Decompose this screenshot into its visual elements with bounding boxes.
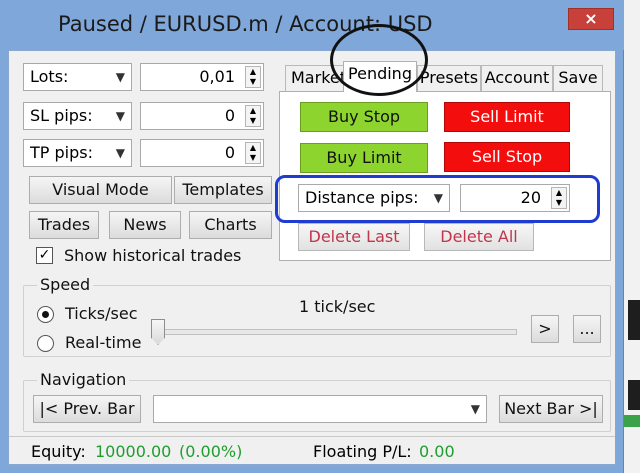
trades-button[interactable]: Trades [29, 211, 99, 239]
spin-up-down-icon[interactable]: ▲ ▼ [245, 142, 261, 164]
delete-last-button[interactable]: Delete Last [298, 223, 410, 251]
tab-presets[interactable]: Presets [417, 65, 481, 91]
chevron-down-icon: ▼ [470, 402, 480, 416]
navigation-title: Navigation [37, 370, 130, 389]
sl-input[interactable]: 0 ▲ ▼ [140, 102, 264, 130]
templates-button[interactable]: Templates [174, 176, 272, 204]
lots-input[interactable]: 0,01 ▲ ▼ [140, 63, 264, 91]
speed-title: Speed [37, 275, 94, 294]
status-bar: Equity: 10000.00 (0.00%) Floating P/L: 0… [9, 436, 615, 464]
spin-up-down-icon[interactable]: ▲ ▼ [551, 187, 567, 209]
news-button[interactable]: News [109, 211, 181, 239]
distance-pips-value: 20 [520, 188, 541, 207]
sl-dropdown[interactable]: SL pips: ▼ [23, 102, 132, 130]
close-icon: × [584, 9, 598, 28]
pending-panel: Buy Stop Sell Limit Buy Limit Sell Stop … [279, 91, 611, 261]
delete-all-button[interactable]: Delete All [424, 223, 534, 251]
chevron-down-icon: ▼ [115, 70, 125, 84]
chevron-down-icon: ▼ [115, 146, 125, 160]
prev-bar-button[interactable]: |< Prev. Bar [33, 395, 141, 423]
show-historical-label: Show historical trades [64, 246, 242, 265]
speed-rate-text: 1 tick/sec [299, 297, 376, 316]
distance-pips-dropdown[interactable]: Distance pips: ▼ [298, 184, 450, 212]
visual-mode-button[interactable]: Visual Mode [29, 176, 172, 204]
sl-value: 0 [224, 106, 235, 125]
equity-label: Equity: [31, 442, 86, 461]
tab-pending[interactable]: Pending [343, 61, 417, 92]
navigation-select[interactable]: ▼ [153, 395, 487, 423]
distance-pips-input[interactable]: 20 ▲ ▼ [460, 184, 570, 212]
buy-stop-button[interactable]: Buy Stop [300, 102, 428, 132]
chevron-down-icon: ▼ [433, 191, 443, 205]
show-historical-checkbox[interactable]: ✓ [36, 247, 53, 264]
chart-fragment [628, 300, 640, 340]
real-time-radio[interactable] [37, 335, 54, 352]
distance-pips-label: Distance pips: [305, 188, 419, 207]
speed-slider-track[interactable] [157, 329, 517, 335]
chevron-down-icon: ▼ [115, 109, 125, 123]
ticks-sec-label: Ticks/sec [65, 304, 138, 323]
lots-dropdown[interactable]: Lots: ▼ [23, 63, 132, 91]
next-bar-button[interactable]: Next Bar >| [499, 395, 603, 423]
ticks-sec-radio[interactable] [37, 306, 54, 323]
sl-label: SL pips: [30, 106, 93, 125]
tab-market[interactable]: Market [285, 65, 345, 91]
buy-limit-button[interactable]: Buy Limit [300, 143, 428, 173]
tp-value: 0 [224, 143, 235, 162]
floating-pl-value: 0.00 [419, 442, 455, 461]
tab-account[interactable]: Account [481, 65, 553, 91]
more-button[interactable]: ... [573, 315, 601, 343]
real-time-label: Real-time [65, 333, 142, 352]
tp-label: TP pips: [30, 143, 93, 162]
step-button[interactable]: > [531, 315, 559, 343]
equity-value: 10000.00 [95, 442, 172, 461]
spin-up-down-icon[interactable]: ▲ ▼ [245, 66, 261, 88]
tp-dropdown[interactable]: TP pips: ▼ [23, 139, 132, 167]
chart-fragment [628, 380, 640, 410]
title-bar[interactable]: Paused / EURUSD.m / Account: USD × [0, 0, 624, 50]
tester-panel: Lots: ▼ 0,01 ▲ ▼ SL pips: ▼ 0 ▲ ▼ TP pips:… [8, 50, 616, 465]
tab-strip: Market Pending Presets Account Save [285, 61, 611, 92]
sell-limit-button[interactable]: Sell Limit [444, 102, 570, 132]
chart-fragment [624, 415, 640, 427]
sell-stop-button[interactable]: Sell Stop [444, 142, 570, 172]
close-button[interactable]: × [568, 8, 614, 30]
window-title: Paused / EURUSD.m / Account: USD [58, 12, 433, 36]
background-chart-strip [624, 0, 640, 473]
spin-up-down-icon[interactable]: ▲ ▼ [245, 105, 261, 127]
charts-button[interactable]: Charts [189, 211, 272, 239]
tab-save[interactable]: Save [553, 65, 603, 91]
floating-pl-label: Floating P/L: [313, 442, 412, 461]
lots-label: Lots: [30, 67, 69, 86]
tp-input[interactable]: 0 ▲ ▼ [140, 139, 264, 167]
equity-percent: (0.00%) [179, 442, 243, 461]
lots-value: 0,01 [199, 67, 235, 86]
